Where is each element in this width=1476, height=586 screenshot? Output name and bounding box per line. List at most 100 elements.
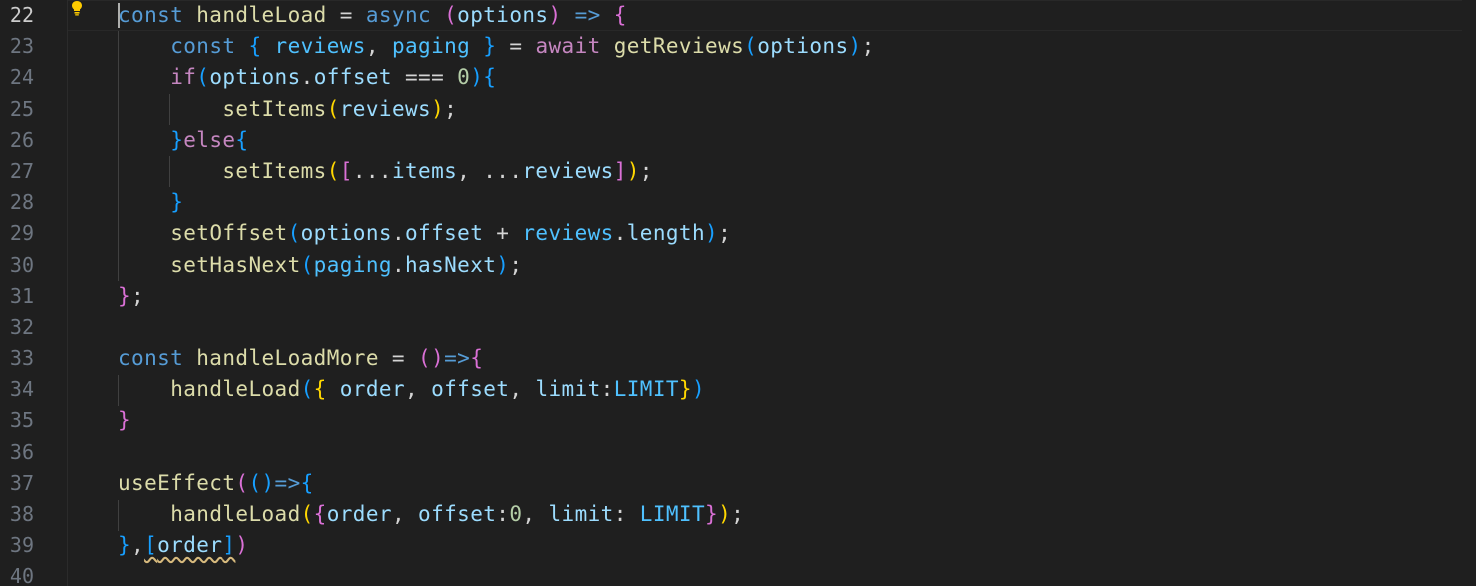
code-token: ) — [496, 252, 510, 277]
code-token: . — [391, 221, 405, 246]
code-text[interactable]: setOffset(options.offset + reviews.lengt… — [118, 218, 731, 249]
code-token: handleLoad — [196, 3, 327, 27]
code-text[interactable]: useEffect(()=>{ — [118, 468, 314, 499]
code-text[interactable]: }; — [118, 281, 144, 312]
line-number: 25 — [9, 96, 34, 121]
code-token: } — [483, 34, 497, 59]
code-text[interactable]: handleLoad({ order, offset, limit:LIMIT}… — [118, 374, 705, 405]
code-text[interactable]: } — [118, 405, 131, 436]
code-token: [ — [144, 533, 158, 558]
code-token: reviews — [339, 96, 432, 121]
code-token: order — [326, 502, 392, 526]
code-token: ( — [300, 252, 314, 277]
code-token: } — [118, 533, 132, 558]
code-token: paging — [313, 252, 392, 277]
lightbulb-icon[interactable] — [70, 0, 84, 16]
code-line[interactable]: 37 useEffect(()=>{ — [0, 468, 1476, 499]
code-token: setHasNext — [170, 252, 301, 277]
code-text[interactable]: } — [118, 187, 183, 218]
code-token: setItems — [222, 158, 327, 183]
line-number: 38 — [9, 502, 34, 526]
code-token: ( — [418, 346, 432, 371]
line-number: 34 — [9, 377, 34, 402]
text-cursor — [118, 3, 120, 28]
line-number: 26 — [9, 127, 34, 152]
code-token: ) — [431, 96, 445, 121]
code-token: const — [118, 3, 184, 27]
code-line[interactable]: 40 — [0, 561, 1476, 586]
code-token: ; — [509, 252, 523, 277]
code-line[interactable]: 33 const handleLoadMore = ()=>{ — [0, 343, 1476, 374]
code-token: ) — [470, 65, 484, 90]
code-line[interactable]: 29 setOffset(options.offset + reviews.le… — [0, 218, 1476, 249]
code-line[interactable]: 22 const handleLoad = async (options) => … — [0, 0, 1476, 32]
code-line[interactable]: 38 handleLoad({order, offset:0, limit: L… — [0, 499, 1476, 530]
code-token: setOffset — [170, 221, 288, 246]
code-editor[interactable]: 22 const handleLoad = async (options) => … — [0, 0, 1476, 586]
code-token: if — [170, 65, 197, 90]
code-token: options — [457, 3, 549, 27]
code-line[interactable]: 35} — [0, 405, 1476, 436]
code-token: ( — [287, 221, 301, 246]
code-text[interactable]: handleLoad({order, offset:0, limit: LIMI… — [118, 499, 744, 530]
code-token: ) — [848, 34, 862, 59]
code-text[interactable]: }else{ — [118, 125, 248, 156]
code-token: , — [391, 502, 419, 526]
code-line[interactable]: 28 } — [0, 187, 1476, 218]
code-line[interactable]: 26 }else{ — [0, 125, 1476, 156]
code-line[interactable]: 39},[order]) — [0, 530, 1476, 561]
code-token: ; — [444, 96, 458, 121]
indent-guide — [169, 94, 170, 125]
code-text[interactable]: const handleLoad = async (options) => { — [118, 0, 627, 31]
code-token: { — [300, 470, 314, 495]
indent-guide — [118, 375, 119, 406]
code-token: ) — [705, 221, 719, 246]
code-token: ) — [261, 470, 275, 495]
code-token: . — [300, 65, 314, 90]
code-token: ) — [691, 377, 706, 402]
code-text[interactable]: const { reviews, paging } = await getRev… — [118, 31, 875, 62]
indent-guide — [169, 156, 170, 187]
code-line[interactable]: 36 — [0, 437, 1476, 468]
code-lines[interactable]: 22 const handleLoad = async (options) => … — [0, 0, 1476, 586]
code-line[interactable]: 32 — [0, 312, 1476, 343]
code-text[interactable]: },[order]) — [118, 530, 248, 561]
code-line[interactable]: 23 const { reviews, paging } = await get… — [0, 31, 1476, 62]
code-token: , — [365, 34, 392, 59]
code-token: } — [170, 190, 184, 215]
line-number: 35 — [9, 408, 34, 433]
code-line[interactable]: 27 setItems([...items, ...reviews]); — [0, 156, 1476, 187]
code-text[interactable]: setItems([...items, ...reviews]); — [118, 156, 653, 187]
code-text[interactable]: if(options.offset === 0){ — [118, 62, 496, 93]
code-token: } — [678, 377, 692, 402]
code-line[interactable]: 24 if(options.offset === 0){ — [0, 62, 1476, 93]
code-token: , ... — [457, 158, 523, 183]
code-token: ( — [300, 502, 314, 526]
code-token: ( — [300, 377, 314, 402]
code-line[interactable]: 25 setItems(reviews); — [0, 94, 1476, 125]
line-number: 27 — [9, 158, 34, 183]
code-token: ... — [352, 158, 392, 183]
code-line[interactable]: 31}; — [0, 281, 1476, 312]
code-token: = — [378, 346, 419, 371]
code-token: { — [248, 34, 262, 59]
code-line[interactable]: 30 setHasNext(paging.hasNext); — [0, 250, 1476, 281]
code-token: reviews — [274, 34, 366, 59]
code-token: } — [118, 408, 132, 433]
code-token: { — [235, 127, 249, 152]
code-token: ( — [248, 470, 262, 495]
code-line[interactable]: 34 handleLoad({ order, offset, limit:LIM… — [0, 374, 1476, 405]
code-text[interactable]: setHasNext(paging.hasNext); — [118, 250, 522, 281]
code-text[interactable]: const handleLoadMore = ()=>{ — [118, 343, 483, 374]
code-token: options — [757, 34, 849, 59]
code-token: : — [496, 502, 510, 526]
